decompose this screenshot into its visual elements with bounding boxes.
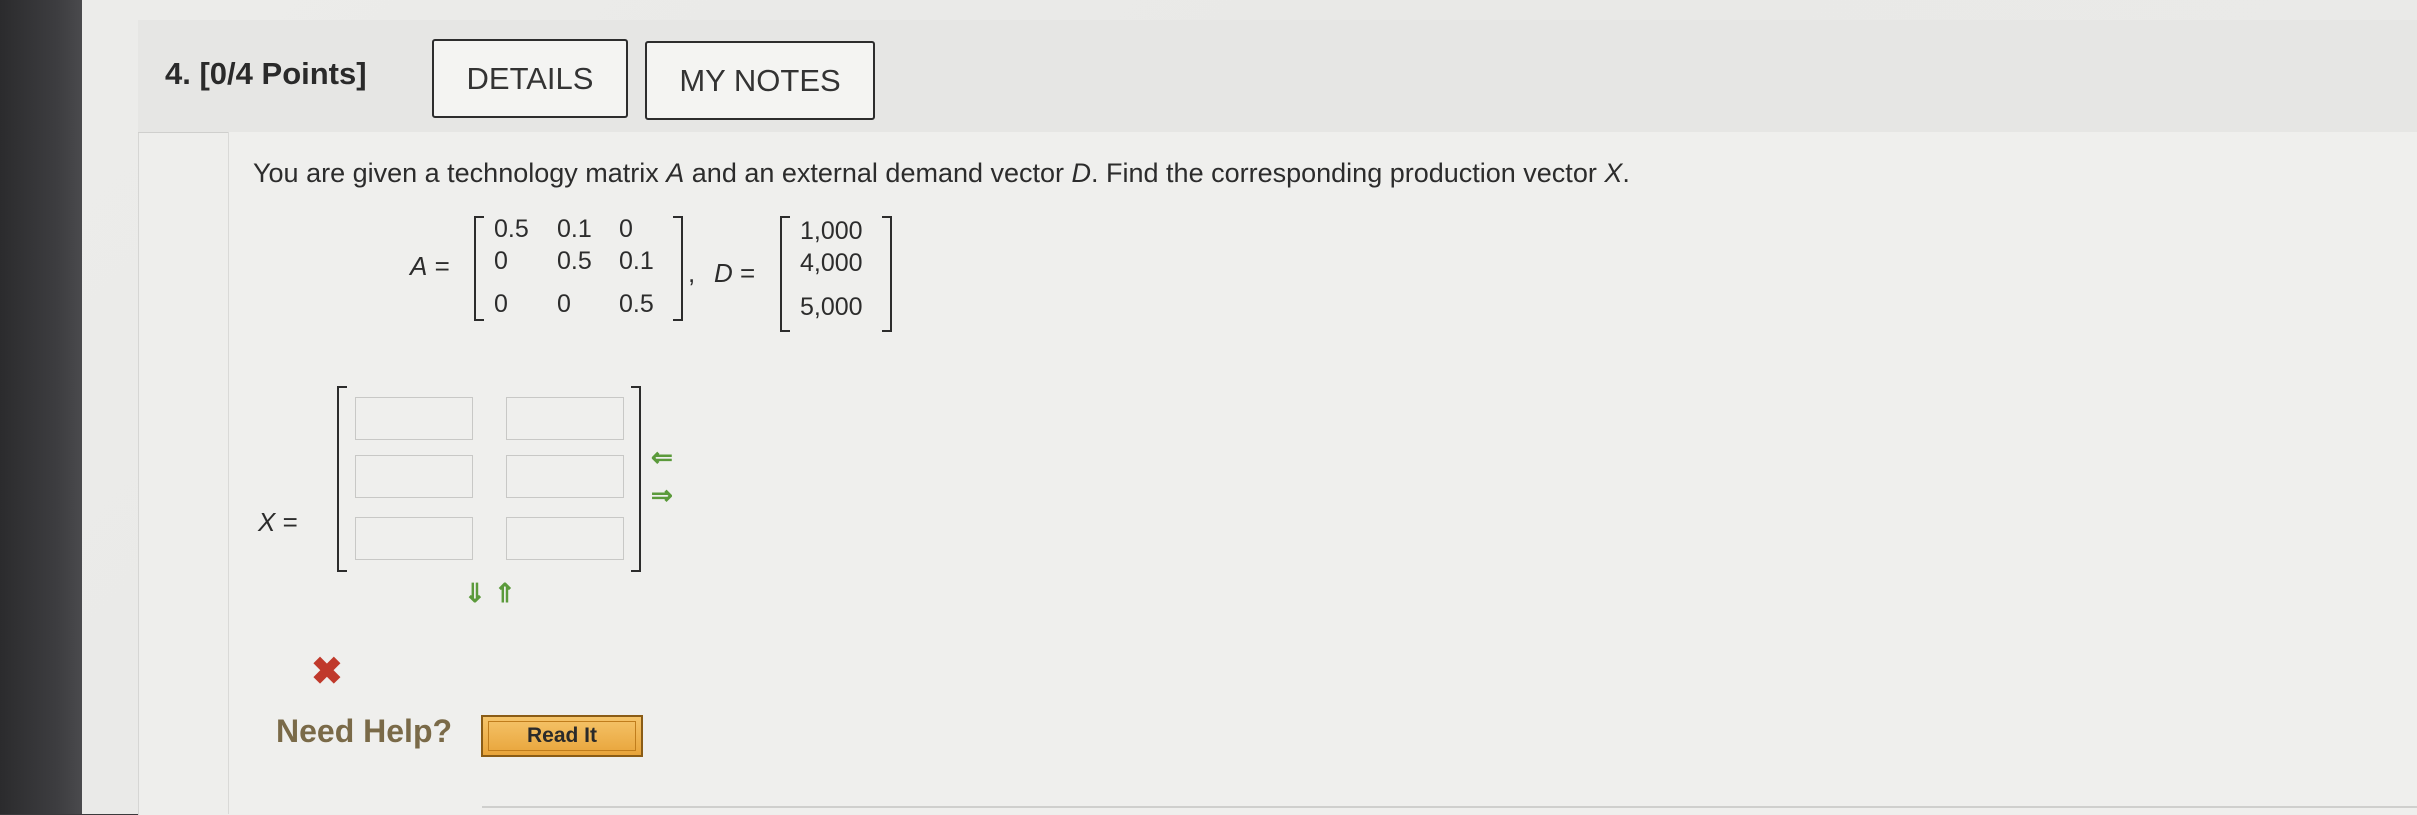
answer-x-name: X bbox=[258, 507, 276, 537]
prompt-var-x: X bbox=[1604, 158, 1623, 188]
vector-d-name: D bbox=[714, 258, 733, 288]
matrix-a-cell: 0.1 bbox=[557, 215, 592, 243]
matrix-a-cell: 0.1 bbox=[619, 247, 654, 275]
matrix-a-cell: 0 bbox=[494, 290, 508, 318]
matrix-a-cell: 0 bbox=[619, 215, 633, 243]
read-it-button[interactable]: Read It bbox=[481, 715, 643, 757]
answer-input-r3c1[interactable] bbox=[355, 517, 473, 560]
answer-input-r1c1[interactable] bbox=[355, 397, 473, 440]
add-column-arrow-icon[interactable]: ⇒ bbox=[651, 482, 673, 508]
matrix-a-cell: 0.5 bbox=[494, 215, 529, 243]
matrix-a-cell: 0.5 bbox=[619, 290, 654, 318]
matrix-a-cell: 0 bbox=[557, 290, 571, 318]
matrix-a-name: A bbox=[410, 251, 428, 281]
read-it-button-label: Read It bbox=[488, 721, 636, 751]
remove-row-arrow-icon[interactable]: ⇑ bbox=[494, 580, 516, 606]
prompt-text-3: . Find the corresponding production vect… bbox=[1091, 158, 1605, 188]
my-notes-button[interactable]: MY NOTES bbox=[645, 41, 875, 120]
screen-bezel bbox=[0, 0, 82, 814]
vector-d-right-bracket bbox=[882, 216, 892, 332]
answer-input-r2c1[interactable] bbox=[355, 455, 473, 498]
add-row-arrow-icon[interactable]: ⇓ bbox=[464, 580, 486, 606]
vector-d-cell: 5,000 bbox=[800, 293, 863, 321]
vector-d-label: D = bbox=[714, 258, 755, 289]
prompt-var-d: D bbox=[1071, 158, 1092, 188]
question-prompt: You are given a technology matrix A and … bbox=[253, 158, 1630, 189]
matrix-a-left-bracket bbox=[474, 216, 484, 321]
details-button[interactable]: DETAILS bbox=[432, 39, 628, 118]
answer-input-r2c2[interactable] bbox=[506, 455, 624, 498]
prompt-var-a: A bbox=[666, 158, 685, 188]
vector-d-cell: 1,000 bbox=[800, 217, 863, 245]
matrix-a-equals: = bbox=[427, 251, 450, 281]
answer-x-label: X = bbox=[258, 507, 298, 538]
matrix-a-cell: 0 bbox=[494, 247, 508, 275]
points-label: [0/4 Points] bbox=[199, 56, 367, 91]
question-number-label: 4. bbox=[165, 56, 191, 91]
incorrect-cross-icon: ✖ bbox=[311, 651, 343, 693]
answer-input-r3c2[interactable] bbox=[506, 517, 624, 560]
answer-x-equals: = bbox=[275, 507, 298, 537]
vector-d-left-bracket bbox=[780, 216, 790, 332]
prompt-text-4: . bbox=[1622, 158, 1630, 188]
need-help-label: Need Help? bbox=[276, 713, 453, 749]
question-number: 4. [0/4 Points] bbox=[165, 56, 367, 92]
matrix-separator-comma: , bbox=[688, 258, 696, 288]
matrix-a-right-bracket bbox=[673, 216, 683, 321]
prompt-text-2: and an external demand vector bbox=[684, 158, 1072, 188]
page: 4. [0/4 Points] DETAILS MY NOTES You are… bbox=[0, 0, 2417, 815]
vector-d-equals: = bbox=[732, 258, 756, 288]
answer-right-bracket bbox=[631, 386, 641, 572]
remove-column-arrow-icon[interactable]: ⇐ bbox=[651, 444, 673, 470]
matrix-a-label: A = bbox=[410, 251, 450, 282]
matrix-a-cell: 0.5 bbox=[557, 247, 592, 275]
answer-left-bracket bbox=[337, 386, 347, 572]
prompt-text-1: You are given a technology matrix bbox=[253, 158, 667, 188]
vector-d-cell: 4,000 bbox=[800, 249, 863, 277]
answer-input-r1c2[interactable] bbox=[506, 397, 624, 440]
divider bbox=[482, 806, 2417, 808]
